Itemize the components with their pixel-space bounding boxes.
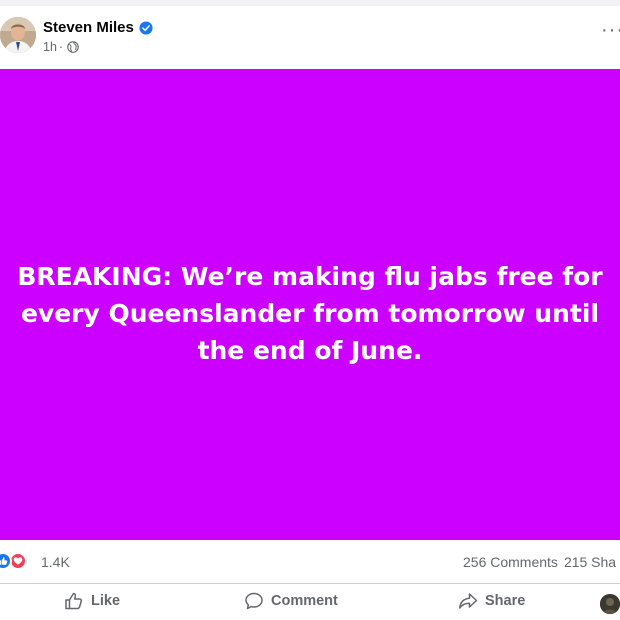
- like-button[interactable]: Like: [64, 591, 120, 611]
- comment-button-label: Comment: [271, 593, 338, 609]
- post-image-text: BREAKING: We’re making flu jabs free for…: [10, 258, 610, 369]
- divider: [0, 583, 620, 584]
- post-text-line: BREAKING: We’re making flu jabs free for: [17, 262, 603, 291]
- author-avatar[interactable]: [0, 17, 36, 53]
- like-reaction-icon: [0, 552, 12, 570]
- thumbs-up-icon: [65, 592, 83, 610]
- share-count[interactable]: 215 Sha: [564, 554, 616, 570]
- more-options-button[interactable]: ···: [601, 20, 620, 40]
- author-name[interactable]: Steven Miles: [43, 19, 134, 36]
- reaction-icons[interactable]: [0, 552, 27, 570]
- post-image[interactable]: BREAKING: We’re making flu jabs free for…: [0, 69, 620, 540]
- post-stats: 1.4K 256 Comments 215 Sha: [0, 548, 620, 578]
- verified-badge-icon: [139, 20, 153, 35]
- share-button-label: Share: [485, 593, 526, 609]
- comment-count[interactable]: 256 Comments: [463, 554, 558, 570]
- comment-button[interactable]: Comment: [244, 591, 338, 611]
- post-header: Steven Miles 1h · ···: [0, 6, 620, 69]
- comment-icon: [245, 592, 263, 610]
- share-icon: [459, 593, 478, 609]
- post-actions: Like Comment Share: [0, 586, 620, 620]
- like-button-label: Like: [91, 593, 121, 609]
- post-text-line: every Queenslander from tomorrow until: [20, 299, 600, 328]
- reactor-avatar[interactable]: [600, 594, 620, 614]
- globe-icon[interactable]: [67, 41, 79, 53]
- post-timestamp[interactable]: 1h: [43, 40, 57, 54]
- post-text-line: the end of June.: [197, 336, 423, 365]
- meta-separator: ·: [58, 40, 64, 54]
- reaction-count[interactable]: 1.4K: [41, 554, 70, 570]
- share-button[interactable]: Share: [458, 591, 525, 611]
